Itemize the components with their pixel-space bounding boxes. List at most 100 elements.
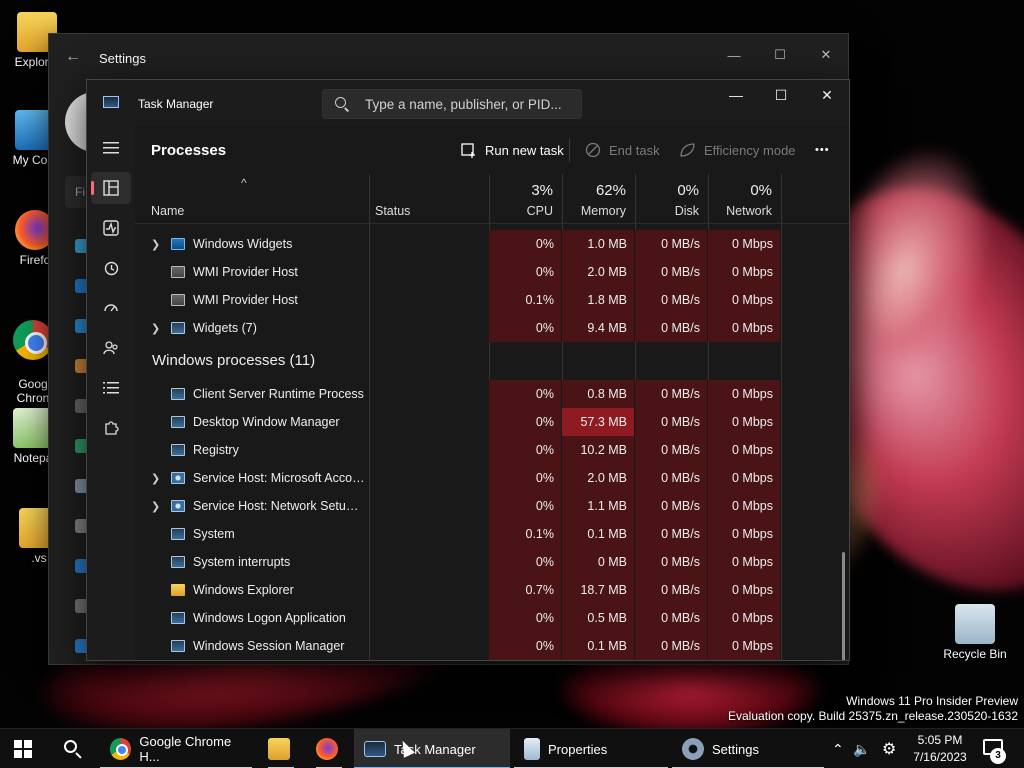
end-task-icon	[585, 142, 601, 158]
taskbar-item-settings[interactable]: Settings	[672, 729, 824, 768]
volume-icon[interactable]: 🔈	[853, 729, 870, 768]
process-name-cell: Client Server Runtime Process	[135, 380, 369, 408]
process-name-cell: ❯ Service Host: Microsoft Accou...	[135, 464, 369, 492]
table-row[interactable]: System interrupts 0% 0 MB 0 MB/s 0 Mbps	[135, 548, 849, 576]
search-icon[interactable]	[64, 740, 77, 753]
gear-icon[interactable]: ⚙	[882, 729, 896, 768]
process-name: System interrupts	[193, 555, 291, 569]
settings-titlebar[interactable]: ← Settings — ☐ ✕	[49, 34, 848, 82]
chevron-right-icon[interactable]: ❯	[151, 500, 160, 513]
chevron-right-icon[interactable]: ❯	[151, 322, 160, 335]
wmi-icon	[171, 266, 185, 278]
task-manager-titlebar[interactable]: Task Manager — ☐ ✕	[87, 80, 849, 126]
settings-title: Settings	[99, 51, 146, 66]
column-label: Memory	[580, 204, 626, 218]
performance-icon	[103, 220, 119, 236]
process-name-cell: System interrupts	[135, 548, 369, 576]
desktop-icon-recycle-bin[interactable]: Recycle Bin	[940, 604, 1010, 661]
nav-performance[interactable]	[91, 212, 131, 244]
network-cell: 0 Mbps	[708, 230, 780, 258]
page-title: Processes	[151, 142, 227, 159]
back-arrow-icon[interactable]: ←	[65, 48, 81, 66]
disk-cell: 0 MB/s	[635, 604, 707, 632]
network-cell: 0 Mbps	[708, 258, 780, 286]
taskbar-item-chrome[interactable]: Google Chrome H...	[100, 729, 252, 768]
disk-cell: 0 MB/s	[635, 230, 707, 258]
wmi-icon	[171, 294, 185, 306]
window-icon	[171, 640, 185, 652]
table-row[interactable]: ❯ Widgets (7) 0% 9.4 MB 0 MB/s 0 Mbps	[135, 314, 849, 342]
nav-details[interactable]	[91, 372, 131, 404]
table-row[interactable]: System 0.1% 0.1 MB 0 MB/s 0 Mbps	[135, 520, 849, 548]
start-button[interactable]	[14, 740, 32, 758]
column-header-cpu[interactable]: 3% CPU	[489, 174, 561, 224]
nav-users[interactable]	[91, 332, 131, 364]
maximize-button[interactable]: ☐	[758, 80, 804, 110]
table-row[interactable]: Client Server Runtime Process 0% 0.8 MB 0 M…	[135, 380, 849, 408]
search-input[interactable]	[365, 94, 575, 114]
close-button[interactable]: ✕	[804, 80, 849, 110]
chrome-icon	[110, 738, 132, 760]
table-row[interactable]: Windows Logon Application 0% 0.5 MB 0 MB/s 0…	[135, 604, 849, 632]
process-name-cell: System	[135, 520, 369, 548]
column-header-network[interactable]: 0% Network	[708, 174, 780, 224]
taskbar-item-file-explorer[interactable]	[258, 729, 304, 768]
nav-services[interactable]	[91, 412, 131, 444]
nav-processes[interactable]	[91, 172, 131, 204]
table-row[interactable]: Desktop Window Manager 0% 57.3 MB 0 MB/s 0 M…	[135, 408, 849, 436]
windows-logo-icon	[14, 750, 22, 758]
network-cell: 0 Mbps	[708, 492, 780, 520]
column-header-memory[interactable]: 62% Memory	[562, 174, 634, 224]
column-header-disk[interactable]: 0% Disk	[635, 174, 707, 224]
file-explorer-icon	[268, 738, 290, 760]
column-header-status[interactable]: Status	[359, 174, 479, 224]
taskbar-item-label: Google Chrome H...	[139, 734, 232, 764]
window-icon	[171, 388, 185, 400]
run-new-task-button[interactable]: Run new task	[461, 138, 564, 162]
minimize-button[interactable]: —	[711, 40, 757, 70]
chevron-right-icon[interactable]: ❯	[151, 238, 160, 251]
taskbar-item-properties[interactable]: Properties	[514, 729, 668, 768]
table-row[interactable]: WMI Provider Host 0.1% 1.8 MB 0 MB/s 0 Mbps	[135, 286, 849, 314]
task-manager-icon	[364, 741, 386, 757]
taskbar-item-task-manager[interactable]: Task Manager	[354, 729, 510, 768]
close-button[interactable]: ✕	[803, 40, 849, 70]
memory-cell: 18.7 MB	[562, 576, 634, 604]
process-search-box[interactable]	[322, 89, 582, 119]
clock-date: 7/16/2023	[913, 750, 967, 764]
efficiency-mode-button[interactable]: Efficiency mode	[679, 138, 796, 162]
minimize-button[interactable]: —	[713, 80, 759, 110]
table-row[interactable]: Registry 0% 10.2 MB 0 MB/s 0 Mbps	[135, 436, 849, 464]
clock[interactable]: 5:05 PM 7/16/2023	[906, 732, 974, 766]
disk-cell: 0 MB/s	[635, 258, 707, 286]
memory-total-percent: 62%	[595, 182, 626, 199]
end-task-button[interactable]: End task	[585, 138, 660, 162]
group-header-windows-processes[interactable]: Windows processes (11)	[135, 342, 849, 378]
nav-app-history[interactable]	[91, 252, 131, 284]
process-name: Service Host: Microsoft Accou...	[193, 471, 365, 485]
chevron-up-icon[interactable]: ⌃	[832, 729, 844, 768]
chrome-icon	[13, 320, 53, 360]
more-options-button[interactable]: •••	[815, 138, 830, 162]
service-gear-icon	[171, 472, 185, 484]
chevron-right-icon[interactable]: ❯	[151, 472, 160, 485]
process-name-cell: WMI Provider Host	[135, 258, 369, 286]
maximize-button[interactable]: ☐	[757, 40, 803, 70]
task-manager-window[interactable]: Task Manager — ☐ ✕	[86, 79, 850, 661]
table-row[interactable]: ❯ Service Host: Microsoft Accou... 0% 2.0 M…	[135, 464, 849, 492]
hamburger-menu-button[interactable]	[91, 132, 131, 164]
table-row[interactable]: ❯ Windows Widgets 0% 1.0 MB 0 MB/s 0 Mbps	[135, 230, 849, 258]
taskbar-item-firefox[interactable]	[306, 729, 352, 768]
table-row[interactable]: Windows Session Manager 0% 0.1 MB 0 MB/s 0 M…	[135, 632, 849, 660]
notification-count-badge: 3	[990, 748, 1006, 764]
table-row[interactable]: WMI Provider Host 0% 2.0 MB 0 MB/s 0 Mbps	[135, 258, 849, 286]
nav-startup-apps[interactable]	[91, 292, 131, 324]
navigation-sidebar	[87, 126, 135, 660]
column-divider[interactable]	[781, 174, 782, 223]
process-name-cell: Windows Logon Application	[135, 604, 369, 632]
vertical-scrollbar[interactable]	[842, 552, 845, 660]
table-row[interactable]: ❯ Service Host: Network Setup S... 0% 1.1 M…	[135, 492, 849, 520]
column-header-name[interactable]: Name	[135, 174, 369, 224]
cpu-cell: 0%	[489, 230, 561, 258]
table-row[interactable]: Windows Explorer 0.7% 18.7 MB 0 MB/s 0 Mbps	[135, 576, 849, 604]
